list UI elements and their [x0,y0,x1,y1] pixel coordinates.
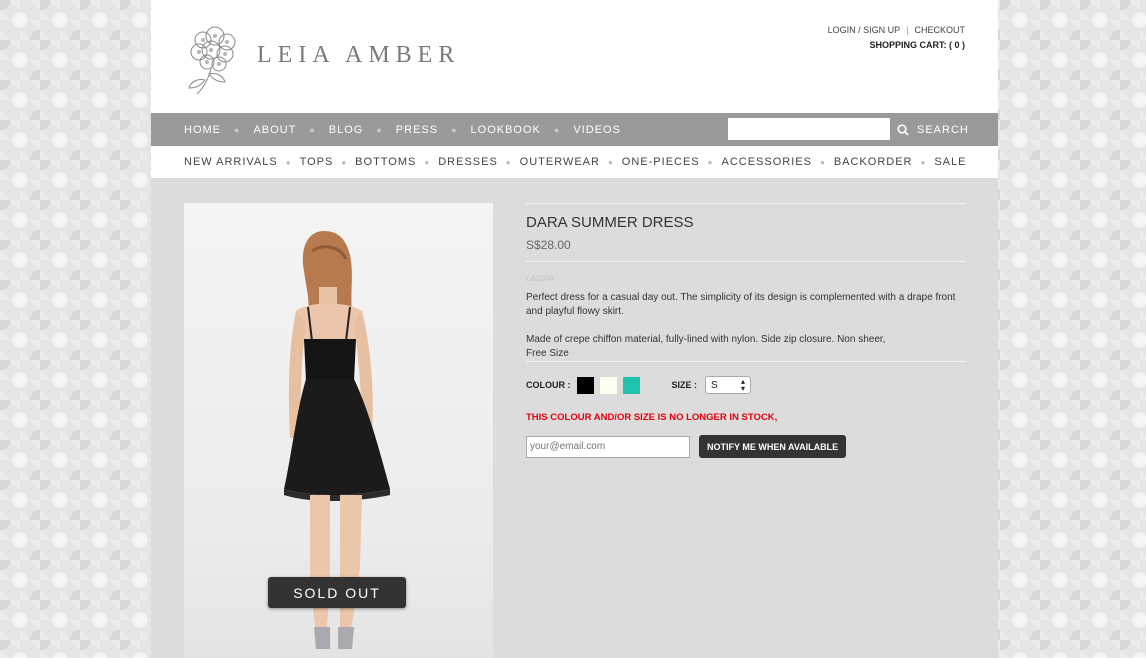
account-links: LOGIN / SIGN UP | CHECKOUT SHOPPING CART: … [828,25,965,50]
divider [526,361,966,362]
description-paragraph-2-cont: Free Size [526,348,569,359]
product-description: Perfect dress for a casual day out. The … [526,291,966,361]
out-of-stock-message: THIS COLOUR AND/OR SIZE IS NO LONGER IN … [526,412,778,423]
product-photo[interactable]: SOLD OUT [184,203,493,658]
product-info: DARA SUMMER DRESS S$28.00 LA1004 Perfect… [526,203,966,458]
category-tops[interactable]: TOPS [300,156,334,168]
colour-swatch-teal[interactable] [622,376,640,394]
site-header: LEIA AMBER LOGIN / SIGN UP | CHECKOUT SHOP… [151,0,998,113]
colour-swatch-black[interactable] [576,376,594,394]
select-arrows-icon: ▴ ▾ [741,377,746,393]
nav-separator-dot: ● [341,157,348,167]
description-paragraph-1: Perfect dress for a casual day out. The … [526,292,956,317]
search-button-label: SEARCH [917,123,969,136]
description-paragraph-2: Made of crepe chiffon material, fully-li… [526,334,886,345]
nav-separator-dot: ● [309,124,316,135]
nav-separator-dot: ● [234,124,241,135]
checkout-link[interactable]: CHECKOUT [914,25,965,35]
nav-separator-dot: ● [920,157,927,167]
category-dresses[interactable]: DRESSES [438,156,498,168]
page-container: LEIA AMBER LOGIN / SIGN UP | CHECKOUT SHOP… [151,0,998,658]
link-separator: | [906,25,909,35]
divider [526,203,966,204]
notify-form: NOTIFY ME WHEN AVAILABLE [526,435,966,458]
shopping-cart-link[interactable]: SHOPPING CART: ( 0 ) [828,40,965,50]
category-accessories[interactable]: ACCESSORIES [722,156,812,168]
category-nav: NEW ARRIVALS ● TOPS ● BOTTOMS ● DRESSES ● OU… [151,146,998,178]
category-bottoms[interactable]: BOTTOMS [355,156,416,168]
nav-item-press[interactable]: PRESS [396,124,438,136]
product-options: COLOUR : SIZE : S ▴ ▾ [526,376,966,394]
category-one-pieces[interactable]: ONE-PIECES [622,156,700,168]
login-signup-link[interactable]: LOGIN / SIGN UP [828,25,901,35]
nav-separator-dot: ● [376,124,383,135]
nav-separator-dot: ● [505,157,512,167]
nav-separator-dot: ● [285,157,292,167]
product-sku: LA1004 [526,274,554,283]
colour-swatch-cream[interactable] [599,376,617,394]
nav-separator-dot: ● [451,124,458,135]
nav-item-videos[interactable]: VIDEOS [573,124,621,136]
colour-label: COLOUR : [526,380,571,390]
divider [526,261,966,262]
category-backorder[interactable]: BACKORDER [834,156,913,168]
brand-name[interactable]: LEIA AMBER [257,42,460,69]
search-input[interactable] [728,118,890,140]
product-title: DARA SUMMER DRESS [526,214,694,231]
category-outerwear[interactable]: OUTERWEAR [520,156,600,168]
size-select[interactable]: S ▴ ▾ [705,376,752,394]
nav-separator-dot: ● [424,157,431,167]
product-price: S$28.00 [526,238,571,252]
search-icon [897,123,909,136]
nav-separator-dot: ● [553,124,561,135]
size-select-value: S [711,379,718,391]
nav-item-home[interactable]: HOME [184,124,221,136]
nav-item-lookbook[interactable]: LOOKBOOK [471,124,541,136]
nav-separator-dot: ● [819,157,826,167]
nav-separator-dot: ● [607,157,614,167]
size-label: SIZE : [671,380,698,390]
nav-item-about[interactable]: ABOUT [253,124,296,136]
hydrangea-logo-icon[interactable] [183,22,245,101]
search-button[interactable]: SEARCH [897,113,969,146]
notify-button[interactable]: NOTIFY ME WHEN AVAILABLE [699,435,847,458]
category-new-arrivals[interactable]: NEW ARRIVALS [184,156,278,168]
nav-separator-dot: ● [707,157,714,167]
category-sale[interactable]: SALE [934,156,966,168]
sold-out-badge: SOLD OUT [268,577,406,608]
email-field[interactable] [526,435,690,458]
nav-item-blog[interactable]: BLOG [329,124,364,136]
